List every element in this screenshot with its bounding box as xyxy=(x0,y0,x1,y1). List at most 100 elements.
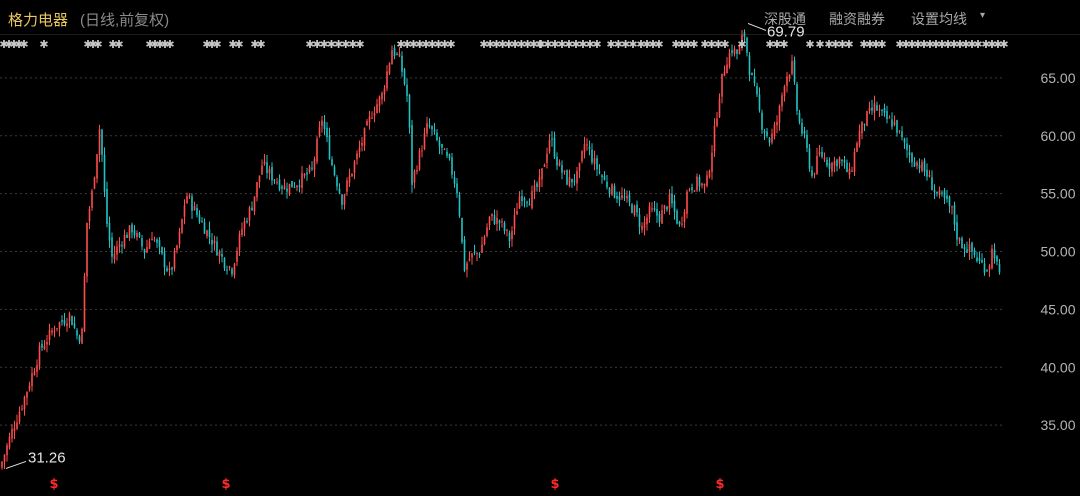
candle-up xyxy=(686,191,688,214)
asterisk-icon: ✱ xyxy=(737,38,746,51)
candle-down xyxy=(573,180,576,182)
candle-up xyxy=(381,93,383,100)
candle-up xyxy=(6,445,8,456)
candle-down xyxy=(881,110,883,112)
candle-up xyxy=(548,139,551,152)
candle-up xyxy=(583,143,586,153)
candle-up xyxy=(776,121,778,126)
candle-down xyxy=(78,336,81,342)
candle-up xyxy=(781,95,783,107)
candle-up xyxy=(856,143,858,152)
candle-up xyxy=(633,205,636,216)
candle-up xyxy=(296,185,298,188)
candle-down xyxy=(231,268,233,275)
candle-up xyxy=(346,180,348,192)
candle-up xyxy=(241,228,243,235)
candle-up xyxy=(176,245,178,251)
candle-down xyxy=(636,204,638,213)
candle-down xyxy=(431,126,433,130)
candle-up xyxy=(728,52,731,67)
asterisk-icon: ✱ xyxy=(815,38,824,51)
candle-down xyxy=(926,169,928,177)
candle-up xyxy=(11,428,13,439)
candle-up xyxy=(118,244,121,247)
asterisk-icon: ✱ xyxy=(39,38,48,51)
candle-down xyxy=(456,183,458,194)
candle-down xyxy=(221,253,223,257)
candle-down xyxy=(553,137,556,158)
candle-down xyxy=(596,158,598,170)
candle-down xyxy=(438,140,441,147)
candle-up xyxy=(541,168,543,180)
candle-up xyxy=(348,176,351,183)
candle-down xyxy=(941,192,943,194)
candle-up xyxy=(373,113,376,116)
event-markers: $ $ $ $ xyxy=(49,477,724,492)
candle-down xyxy=(211,239,213,245)
candle-down xyxy=(76,330,78,336)
candle-down xyxy=(628,194,631,203)
candle-down xyxy=(441,144,443,148)
candle-up xyxy=(663,205,666,209)
candle-up xyxy=(238,233,241,250)
candle-down xyxy=(571,178,573,183)
asterisk-icon: ✱ xyxy=(654,38,663,51)
asterisk-icon: ✱ xyxy=(592,38,601,51)
candle-up xyxy=(531,191,533,208)
candle-up xyxy=(861,121,863,134)
candle-up xyxy=(646,217,648,225)
candle-up xyxy=(261,165,263,175)
candle-up xyxy=(388,63,391,74)
candle-down xyxy=(141,238,143,247)
asterisk-icon: ✱ xyxy=(689,38,698,51)
candle-down xyxy=(666,206,668,210)
candle-up xyxy=(443,149,446,151)
candle-up xyxy=(733,48,736,55)
asterisk-icon: ✱ xyxy=(720,38,729,51)
candle-up xyxy=(851,170,853,172)
candle-down xyxy=(993,249,996,259)
candle-down xyxy=(396,53,398,55)
candle-down xyxy=(71,316,73,326)
candle-down xyxy=(826,159,828,166)
candle-down xyxy=(876,105,878,111)
candlestick-chart[interactable]: 35.00 40.00 45.00 50.00 55.00 60.00 65.00 69.7… xyxy=(0,0,1080,496)
candle-up xyxy=(496,217,498,225)
candle-down xyxy=(226,269,228,271)
candle-up xyxy=(853,151,856,172)
candle-up xyxy=(276,182,278,184)
candle-down xyxy=(748,55,751,75)
candle-down xyxy=(673,200,676,212)
candle-down xyxy=(948,196,951,207)
candle-up xyxy=(213,240,216,244)
candle-up xyxy=(233,263,236,276)
candle-down xyxy=(616,195,618,199)
candle-down xyxy=(953,205,956,225)
candle-up xyxy=(26,391,28,398)
candle-up xyxy=(778,105,781,123)
candle-up xyxy=(48,329,51,340)
candle-up xyxy=(151,238,153,241)
candle-down xyxy=(978,258,981,261)
candle-down xyxy=(798,112,801,123)
candle-up xyxy=(693,190,696,192)
candle-down xyxy=(863,123,866,125)
price-grid xyxy=(0,77,1003,426)
candle-up xyxy=(236,250,238,262)
candle-down xyxy=(503,222,506,231)
candle-down xyxy=(191,196,193,211)
candle-up xyxy=(153,239,156,241)
candle-down xyxy=(203,222,206,234)
candle-up xyxy=(316,138,318,162)
asterisk-icon: ✱ xyxy=(844,38,853,51)
candle-up xyxy=(351,173,353,177)
candle-up xyxy=(21,408,23,410)
candle-down xyxy=(403,69,406,85)
candle-down xyxy=(913,162,916,167)
candle-down xyxy=(461,217,463,243)
candle-up xyxy=(113,253,116,260)
candle-up xyxy=(706,175,708,186)
candle-up xyxy=(358,147,361,152)
low-price-label: 31.26 xyxy=(28,449,66,466)
candle-up xyxy=(96,154,98,179)
